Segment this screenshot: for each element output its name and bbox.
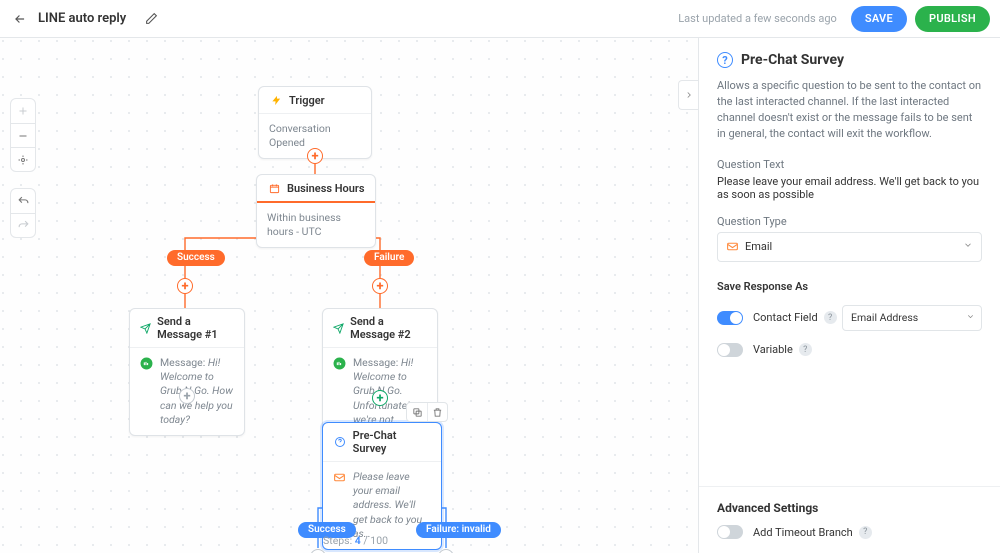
branch-pill-failure: Failure bbox=[364, 250, 414, 266]
timeout-toggle[interactable] bbox=[717, 525, 743, 539]
save-response-as-label: Save Response As bbox=[717, 280, 982, 293]
back-button[interactable] bbox=[10, 9, 30, 29]
node-title: Pre-Chat Survey bbox=[353, 429, 431, 455]
history-controls bbox=[10, 188, 36, 238]
variable-row: Variable ? bbox=[717, 343, 982, 357]
contact-field-label: Contact Field bbox=[753, 311, 818, 324]
send-message-1-node[interactable]: Send a Message #1 Message: Hi! Welcome t… bbox=[129, 308, 245, 436]
collapse-panel-button[interactable] bbox=[678, 80, 698, 110]
add-node-button[interactable]: + bbox=[310, 549, 326, 553]
contact-field-select[interactable]: Email Address bbox=[842, 305, 982, 331]
node-title: Business Hours bbox=[287, 182, 365, 195]
zoom-controls bbox=[10, 98, 36, 172]
bolt-icon bbox=[269, 93, 283, 107]
line-channel-icon bbox=[140, 357, 154, 371]
add-node-button[interactable]: + bbox=[179, 388, 195, 404]
send-icon bbox=[140, 321, 151, 335]
panel-title: ? Pre-Chat Survey bbox=[717, 52, 982, 68]
node-body: Message: Hi! Welcome to Grub N Go. How c… bbox=[160, 356, 234, 427]
zoom-in-button[interactable] bbox=[11, 99, 35, 123]
send-icon bbox=[333, 321, 344, 335]
branch-pill-failure-invalid: Failure: invalid bbox=[416, 522, 501, 538]
variable-label: Variable bbox=[753, 343, 793, 356]
mail-icon bbox=[333, 471, 347, 485]
node-title: Send a Message #1 bbox=[157, 315, 234, 341]
zoom-fit-button[interactable] bbox=[11, 147, 35, 171]
contact-field-toggle[interactable] bbox=[717, 311, 743, 325]
question-type-select[interactable]: Email bbox=[717, 232, 982, 262]
help-icon[interactable]: ? bbox=[824, 311, 837, 324]
node-title: Send a Message #2 bbox=[350, 315, 427, 341]
panel-description: Allows a specific question to be sent to… bbox=[717, 78, 982, 142]
node-body: Within business hours - UTC bbox=[267, 211, 365, 239]
chevron-down-icon bbox=[966, 311, 975, 324]
publish-button[interactable]: PUBLISH bbox=[915, 6, 990, 32]
workflow-title: LINE auto reply bbox=[38, 11, 126, 26]
save-button[interactable]: SAVE bbox=[851, 6, 907, 32]
node-body: Conversation Opened bbox=[269, 122, 361, 150]
question-type-label: Question Type bbox=[717, 215, 982, 228]
inspector-panel: ? Pre-Chat Survey Allows a specific ques… bbox=[698, 38, 1000, 553]
add-node-button[interactable]: + bbox=[372, 390, 388, 406]
help-icon[interactable]: ? bbox=[859, 526, 872, 539]
advanced-settings-section: Advanced Settings Add Timeout Branch ? bbox=[699, 486, 1000, 553]
variable-toggle[interactable] bbox=[717, 343, 743, 357]
redo-button[interactable] bbox=[11, 213, 35, 237]
question-text-value[interactable]: Please leave your email address. We'll g… bbox=[717, 175, 982, 201]
help-icon[interactable]: ? bbox=[799, 343, 812, 356]
last-updated: Last updated a few seconds ago bbox=[678, 12, 837, 25]
add-node-button[interactable]: + bbox=[177, 278, 193, 294]
add-node-button[interactable]: + bbox=[307, 148, 323, 164]
undo-button[interactable] bbox=[11, 189, 35, 213]
timeout-row: Add Timeout Branch ? bbox=[717, 525, 982, 539]
edit-title-button[interactable] bbox=[140, 8, 162, 30]
copy-node-button[interactable] bbox=[407, 403, 427, 421]
mail-icon bbox=[726, 240, 739, 253]
business-hours-node[interactable]: Business Hours Within business hours - U… bbox=[256, 174, 376, 248]
line-channel-icon bbox=[333, 357, 347, 371]
chevron-down-icon bbox=[963, 240, 973, 253]
topbar: LINE auto reply Last updated a few secon… bbox=[0, 0, 1000, 38]
timeout-label: Add Timeout Branch bbox=[753, 526, 853, 539]
add-node-button[interactable]: + bbox=[372, 278, 388, 294]
calendar-icon bbox=[267, 181, 281, 195]
question-icon bbox=[333, 435, 347, 449]
delete-node-button[interactable] bbox=[427, 403, 447, 421]
workflow-canvas[interactable]: Trigger Conversation Opened + Business H… bbox=[0, 38, 698, 553]
node-mini-toolbar bbox=[406, 402, 448, 422]
branch-pill-success: Success bbox=[167, 250, 225, 266]
advanced-settings-title: Advanced Settings bbox=[717, 501, 982, 515]
node-title: Trigger bbox=[289, 94, 325, 107]
question-text-label: Question Text bbox=[717, 158, 982, 171]
add-node-button[interactable]: + bbox=[438, 549, 454, 553]
zoom-out-button[interactable] bbox=[11, 123, 35, 147]
step-counter: Steps: 4 / 100 bbox=[323, 534, 388, 547]
contact-field-row: Contact Field ? Email Address bbox=[717, 305, 982, 331]
question-icon: ? bbox=[717, 52, 733, 68]
